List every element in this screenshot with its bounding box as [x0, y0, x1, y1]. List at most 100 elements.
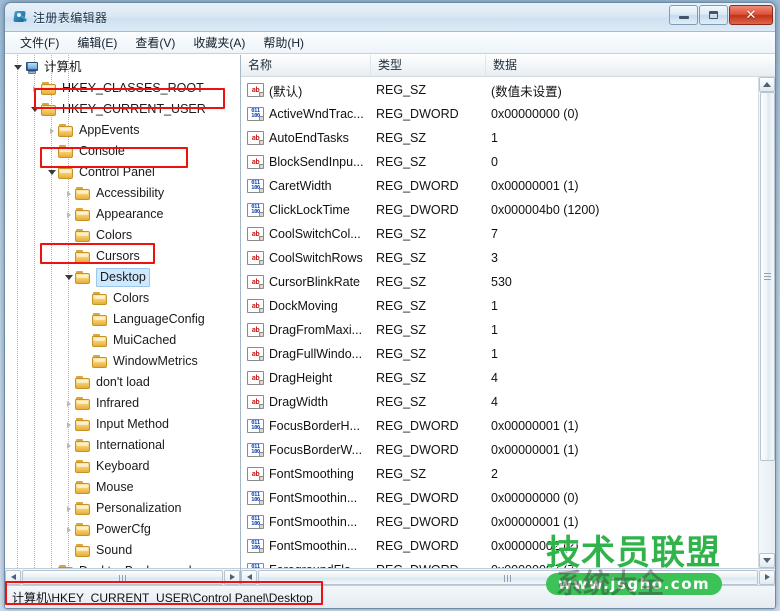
chevron-right-icon[interactable]: [45, 561, 58, 568]
chevron-right-icon[interactable]: [62, 435, 75, 456]
tree-item-appevents[interactable]: AppEvents: [5, 120, 240, 141]
tree-item-cursors[interactable]: Cursors: [5, 246, 240, 267]
tree-item-console[interactable]: Console: [5, 141, 240, 162]
tree-item-keyboard[interactable]: Keyboard: [5, 456, 240, 477]
menu-favorites[interactable]: 收藏夹(A): [184, 32, 254, 53]
tree-item-appearance[interactable]: Appearance: [5, 204, 240, 225]
table-row[interactable]: ab CoolSwitchCol... REG_SZ 7: [241, 222, 758, 246]
tree-hscroll-thumb[interactable]: [22, 569, 223, 585]
table-row[interactable]: ab DockMoving REG_SZ 1: [241, 294, 758, 318]
tree-item-infrared[interactable]: Infrared: [5, 393, 240, 414]
list-vscroll-track[interactable]: [759, 92, 776, 553]
menu-file[interactable]: 文件(F): [11, 32, 68, 53]
registry-values-list[interactable]: ab (默认) REG_SZ (数值未设置) 011 100 ActiveWndTrac..…: [241, 77, 758, 568]
cell-type: REG_SZ: [376, 299, 427, 313]
tree-horizontal-scrollbar[interactable]: [5, 568, 240, 585]
cell-name: FocusBorderW...: [269, 443, 363, 457]
tree-item-[interactable]: 计算机: [5, 57, 240, 78]
table-row[interactable]: 011 100 ActiveWndTrac... REG_DWORD 0x0000000…: [241, 102, 758, 126]
tree-item-hkey-current-user[interactable]: HKEY_CURRENT_USER: [5, 99, 240, 120]
table-row[interactable]: ab (默认) REG_SZ (数值未设置): [241, 78, 758, 102]
registry-tree[interactable]: 计算机 HKEY_CLASSES_ROOT HKEY_CURRENT_USER App…: [5, 55, 240, 568]
tree-item-desktop[interactable]: Desktop: [5, 267, 240, 288]
tree-item-hkey-classes-root[interactable]: HKEY_CLASSES_ROOT: [5, 78, 240, 99]
scroll-left-arrow-icon[interactable]: [5, 569, 21, 585]
chevron-right-icon[interactable]: [62, 519, 75, 540]
table-row[interactable]: 011 100 ClickLockTime REG_DWORD 0x000004b0 (…: [241, 198, 758, 222]
chevron-right-icon[interactable]: [62, 414, 75, 435]
list-column-headers[interactable]: 名称 类型 数据: [241, 55, 775, 77]
cell-type: REG_SZ: [376, 395, 427, 409]
menu-view[interactable]: 查看(V): [126, 32, 184, 53]
tree-item-personalization[interactable]: Personalization: [5, 498, 240, 519]
tree-item-don-t-load[interactable]: don't load: [5, 372, 240, 393]
tree-item-control-panel[interactable]: Control Panel: [5, 162, 240, 183]
table-row[interactable]: 011 100 CaretWidth REG_DWORD 0x00000001 (1): [241, 174, 758, 198]
chevron-down-icon[interactable]: [28, 99, 41, 120]
chevron-down-icon[interactable]: [11, 57, 24, 78]
list-horizontal-scrollbar[interactable]: [241, 568, 775, 585]
table-row[interactable]: ab BlockSendInpu... REG_SZ 0: [241, 150, 758, 174]
list-scroll-right-arrow-icon[interactable]: [759, 569, 775, 585]
table-row[interactable]: ab DragHeight REG_SZ 4: [241, 366, 758, 390]
chevron-down-icon[interactable]: [62, 267, 75, 288]
scroll-right-arrow-icon[interactable]: [224, 569, 240, 585]
tree-item-accessibility[interactable]: Accessibility: [5, 183, 240, 204]
table-row[interactable]: ab DragFullWindo... REG_SZ 1: [241, 342, 758, 366]
tree-item-sound[interactable]: Sound: [5, 540, 240, 561]
table-row[interactable]: 011 100 FocusBorderW... REG_DWORD 0x00000001…: [241, 438, 758, 462]
cell-name: CaretWidth: [269, 179, 332, 193]
table-row[interactable]: 011 100 FontSmoothin... REG_DWORD 0x00000000…: [241, 486, 758, 510]
tree-item-international[interactable]: International: [5, 435, 240, 456]
chevron-down-icon[interactable]: [45, 162, 58, 183]
tree-item-windowmetrics[interactable]: WindowMetrics: [5, 351, 240, 372]
scroll-up-arrow-icon[interactable]: [759, 77, 775, 92]
tree-item-muicached[interactable]: MuiCached: [5, 330, 240, 351]
cell-type: REG_SZ: [376, 227, 427, 241]
table-row[interactable]: 011 100 FocusBorderH... REG_DWORD 0x00000001…: [241, 414, 758, 438]
folder-icon: [58, 123, 75, 138]
list-vscroll-thumb[interactable]: [759, 92, 775, 461]
table-row[interactable]: ab AutoEndTasks REG_SZ 1: [241, 126, 758, 150]
table-row[interactable]: ab CursorBlinkRate REG_SZ 530: [241, 270, 758, 294]
scroll-down-arrow-icon[interactable]: [759, 553, 775, 568]
tree-item-mouse[interactable]: Mouse: [5, 477, 240, 498]
list-scroll-left-arrow-icon[interactable]: [241, 569, 257, 585]
list-hscroll-thumb[interactable]: [258, 569, 758, 585]
chevron-right-icon[interactable]: [62, 393, 75, 414]
tree-item-languageconfig[interactable]: LanguageConfig: [5, 309, 240, 330]
table-row[interactable]: ab DragWidth REG_SZ 4: [241, 390, 758, 414]
menu-edit[interactable]: 编辑(E): [68, 32, 126, 53]
chevron-right-icon[interactable]: [62, 498, 75, 519]
table-row[interactable]: ab DragFromMaxi... REG_SZ 1: [241, 318, 758, 342]
tree-item-label: Control Panel: [79, 165, 155, 179]
chevron-right-icon[interactable]: [62, 183, 75, 204]
close-button[interactable]: ✕: [729, 5, 773, 25]
cell-data: 1: [491, 323, 498, 337]
column-header-type[interactable]: 类型: [371, 55, 486, 76]
table-row[interactable]: 011100ForegroundFla...REG_DWORD0x0000000…: [241, 558, 758, 568]
tree-item-powercfg[interactable]: PowerCfg: [5, 519, 240, 540]
tree-item-input-method[interactable]: Input Method: [5, 414, 240, 435]
minimize-button[interactable]: [669, 5, 698, 25]
tree-item-colors[interactable]: Colors: [5, 225, 240, 246]
menu-help[interactable]: 帮助(H): [254, 32, 313, 53]
list-vertical-scrollbar[interactable]: [758, 77, 775, 568]
chevron-right-icon[interactable]: [28, 78, 41, 99]
table-row[interactable]: ab FontSmoothing REG_SZ 2: [241, 462, 758, 486]
cell-name: ActiveWndTrac...: [269, 107, 364, 121]
chevron-right-icon[interactable]: [45, 120, 58, 141]
chevron-right-icon[interactable]: [62, 204, 75, 225]
table-row[interactable]: ab CoolSwitchRows REG_SZ 3: [241, 246, 758, 270]
tree-item-label: HKEY_CURRENT_USER: [62, 102, 206, 116]
table-row[interactable]: 011 100 FontSmoothin... REG_DWORD 0x00000001…: [241, 510, 758, 534]
tree-item-desktopbackground[interactable]: DesktopBackground: [5, 561, 240, 568]
tree-item-label: DesktopBackground: [79, 561, 192, 568]
maximize-button[interactable]: [699, 5, 728, 25]
tree-item-colors[interactable]: Colors: [5, 288, 240, 309]
column-header-data[interactable]: 数据: [486, 55, 775, 76]
column-header-name[interactable]: 名称: [241, 55, 371, 76]
table-row[interactable]: 011 100 FontSmoothin... REG_DWORD 0x00000002…: [241, 534, 758, 558]
